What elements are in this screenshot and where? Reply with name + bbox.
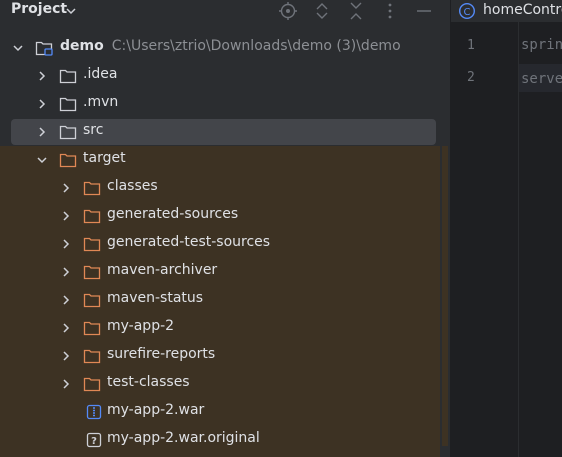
excluded-folder-icon	[83, 265, 101, 280]
unknown-file-icon: ?	[86, 432, 102, 448]
excluded-folder-icon	[83, 377, 101, 392]
chevron-right-icon[interactable]	[59, 349, 73, 363]
expand-all-icon[interactable]	[312, 1, 332, 21]
chevron-right-icon[interactable]	[59, 181, 73, 195]
tree-row-root[interactable]: demo C:\Users\ztrio\Downloads\demo (3)\de…	[0, 34, 440, 62]
excluded-folder-icon	[83, 209, 101, 224]
tree-row-my-app-2[interactable]: my-app-2	[0, 314, 440, 342]
project-title[interactable]: Project	[11, 1, 67, 17]
editor-tab[interactable]: C homeControl	[451, 0, 562, 22]
chevron-right-icon[interactable]	[35, 97, 49, 111]
svg-text:C: C	[464, 7, 471, 18]
locate-icon[interactable]	[278, 1, 298, 21]
line-number: 1	[467, 38, 475, 53]
tree-item-label: my-app-2.war	[107, 402, 205, 418]
root-name: demo	[60, 38, 104, 54]
project-header: Project	[0, 0, 440, 22]
tree-row-target[interactable]: target	[0, 146, 440, 174]
tree-item-label: .mvn	[83, 94, 119, 110]
chevron-right-icon[interactable]	[59, 209, 73, 223]
root-label: demo C:\Users\ztrio\Downloads\demo (3)\de…	[60, 38, 401, 54]
code-line[interactable]: serve	[521, 71, 562, 87]
root-path: C:\Users\ztrio\Downloads\demo (3)\demo	[111, 38, 401, 54]
tree-row-generated-sources[interactable]: generated-sources	[0, 202, 440, 230]
module-folder-icon	[35, 41, 53, 56]
tree-row-surefire-reports[interactable]: surefire-reports	[0, 342, 440, 370]
tree-item-label: my-app-2.war.original	[107, 430, 260, 446]
chevron-right-icon[interactable]	[59, 377, 73, 391]
chevron-right-icon[interactable]	[35, 69, 49, 83]
excluded-folder-icon	[83, 321, 101, 336]
tree-row-war-file[interactable]: my-app-2.war	[0, 398, 440, 426]
chevron-down-icon[interactable]	[35, 153, 49, 167]
folder-icon	[59, 97, 77, 112]
folder-icon	[59, 69, 77, 84]
tree-row-maven-archiver[interactable]: maven-archiver	[0, 258, 440, 286]
chevron-right-icon[interactable]	[59, 237, 73, 251]
excluded-folder-icon	[83, 181, 101, 196]
tree-row-war-original-file[interactable]: ? my-app-2.war.original	[0, 426, 440, 454]
tab-label: homeControl	[483, 2, 562, 18]
excluded-folder-icon	[83, 237, 101, 252]
project-tool-window: Project demo C:\Users\ztrio\Downloads\de…	[0, 0, 440, 457]
excluded-folder-icon	[83, 293, 101, 308]
line-number-gutter: 1 2	[451, 22, 519, 457]
excluded-folder-icon	[83, 349, 101, 364]
more-options-icon[interactable]	[380, 1, 400, 21]
chevron-down-icon[interactable]	[11, 41, 25, 55]
tree-item-label: test-classes	[107, 374, 190, 390]
tree-item-label: src	[83, 122, 104, 138]
chevron-right-icon[interactable]	[59, 321, 73, 335]
svg-text:?: ?	[91, 436, 97, 447]
chevron-right-icon[interactable]	[59, 293, 73, 307]
hide-icon[interactable]	[414, 1, 434, 21]
tree-item-label: classes	[107, 178, 158, 194]
chevron-right-icon[interactable]	[59, 265, 73, 279]
scrollbar-thumb[interactable]	[442, 146, 448, 446]
class-icon: C	[458, 2, 476, 20]
chevron-down-icon[interactable]	[64, 4, 78, 18]
tree-item-label: surefire-reports	[107, 346, 216, 362]
tree-item-label: maven-status	[107, 290, 204, 306]
excluded-folder-icon	[59, 153, 77, 168]
chevron-right-icon[interactable]	[35, 125, 49, 139]
archive-file-icon	[86, 404, 102, 420]
tree-item-label: generated-test-sources	[107, 234, 271, 250]
tree-item-label: .idea	[83, 66, 118, 82]
editor-area[interactable]: C homeControl 1 2 sprin serve	[451, 0, 562, 457]
tree-item-label: my-app-2	[107, 318, 175, 334]
tree-row-classes[interactable]: classes	[0, 174, 440, 202]
code-line[interactable]: sprin	[521, 37, 562, 53]
tree-row-idea[interactable]: .idea	[0, 62, 440, 90]
tree-row-test-classes[interactable]: test-classes	[0, 370, 440, 398]
folder-icon	[59, 125, 77, 140]
tree-item-label: target	[83, 150, 126, 166]
line-number: 2	[467, 70, 475, 85]
tree-item-label: generated-sources	[107, 206, 239, 222]
tree-row-mvn[interactable]: .mvn	[0, 90, 440, 118]
tree-item-label: maven-archiver	[107, 262, 218, 278]
collapse-all-icon[interactable]	[346, 1, 366, 21]
tree-row-maven-status[interactable]: maven-status	[0, 286, 440, 314]
tree-row-src[interactable]: src	[0, 118, 440, 146]
tree-row-generated-test-sources[interactable]: generated-test-sources	[0, 230, 440, 258]
